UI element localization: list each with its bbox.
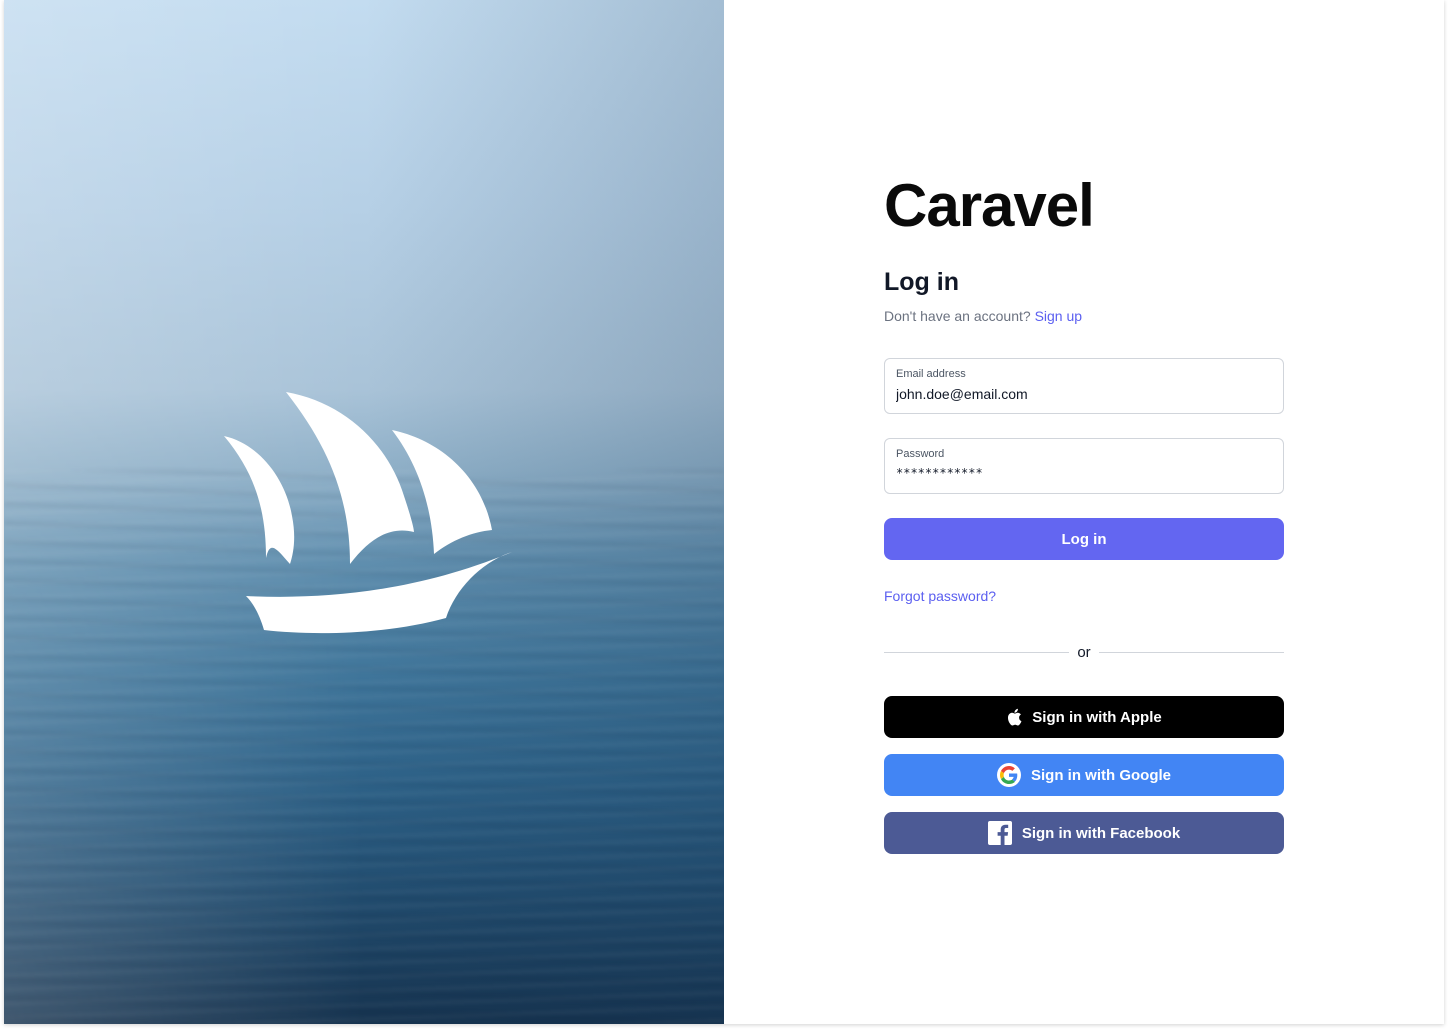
password-input[interactable] — [896, 466, 1272, 480]
sign-in-apple-button[interactable]: Sign in with Apple — [884, 696, 1284, 738]
sign-in-apple-label: Sign in with Apple — [1032, 708, 1162, 726]
password-field[interactable]: Password — [884, 438, 1284, 494]
sign-in-google-label: Sign in with Google — [1031, 766, 1171, 784]
divider-line-left — [884, 651, 1070, 653]
facebook-icon — [987, 821, 1012, 845]
divider-text: or — [1077, 643, 1091, 661]
signup-link[interactable]: Sign up — [1035, 308, 1082, 324]
login-heading: Log in — [884, 268, 959, 296]
google-icon — [997, 763, 1021, 787]
password-label: Password — [896, 448, 945, 460]
login-button[interactable]: Log in — [884, 518, 1284, 560]
or-divider: or — [884, 642, 1284, 662]
forgot-password-link[interactable]: Forgot password? — [884, 588, 996, 604]
sign-in-google-button[interactable]: Sign in with Google — [884, 754, 1284, 796]
sailing-ship-icon — [224, 392, 512, 634]
ocean-hero-image — [4, 0, 724, 1024]
no-account-text: Don't have an account? — [884, 308, 1031, 324]
email-input[interactable] — [896, 386, 1272, 402]
sign-in-facebook-button[interactable]: Sign in with Facebook — [884, 812, 1284, 854]
login-form: Caravel Log in Don't have an account? Si… — [884, 170, 1284, 854]
email-label: Email address — [896, 368, 966, 380]
sign-in-facebook-label: Sign in with Facebook — [1021, 824, 1181, 842]
apple-icon — [1006, 708, 1022, 726]
login-screen: Caravel Log in Don't have an account? Si… — [4, 0, 1444, 1024]
divider-line-right — [1098, 651, 1284, 653]
brand-title: Caravel — [884, 172, 1095, 239]
login-panel: Caravel Log in Don't have an account? Si… — [724, 0, 1444, 1024]
email-field[interactable]: Email address — [884, 358, 1284, 414]
signup-prompt: Don't have an account? Sign up — [884, 306, 1284, 326]
